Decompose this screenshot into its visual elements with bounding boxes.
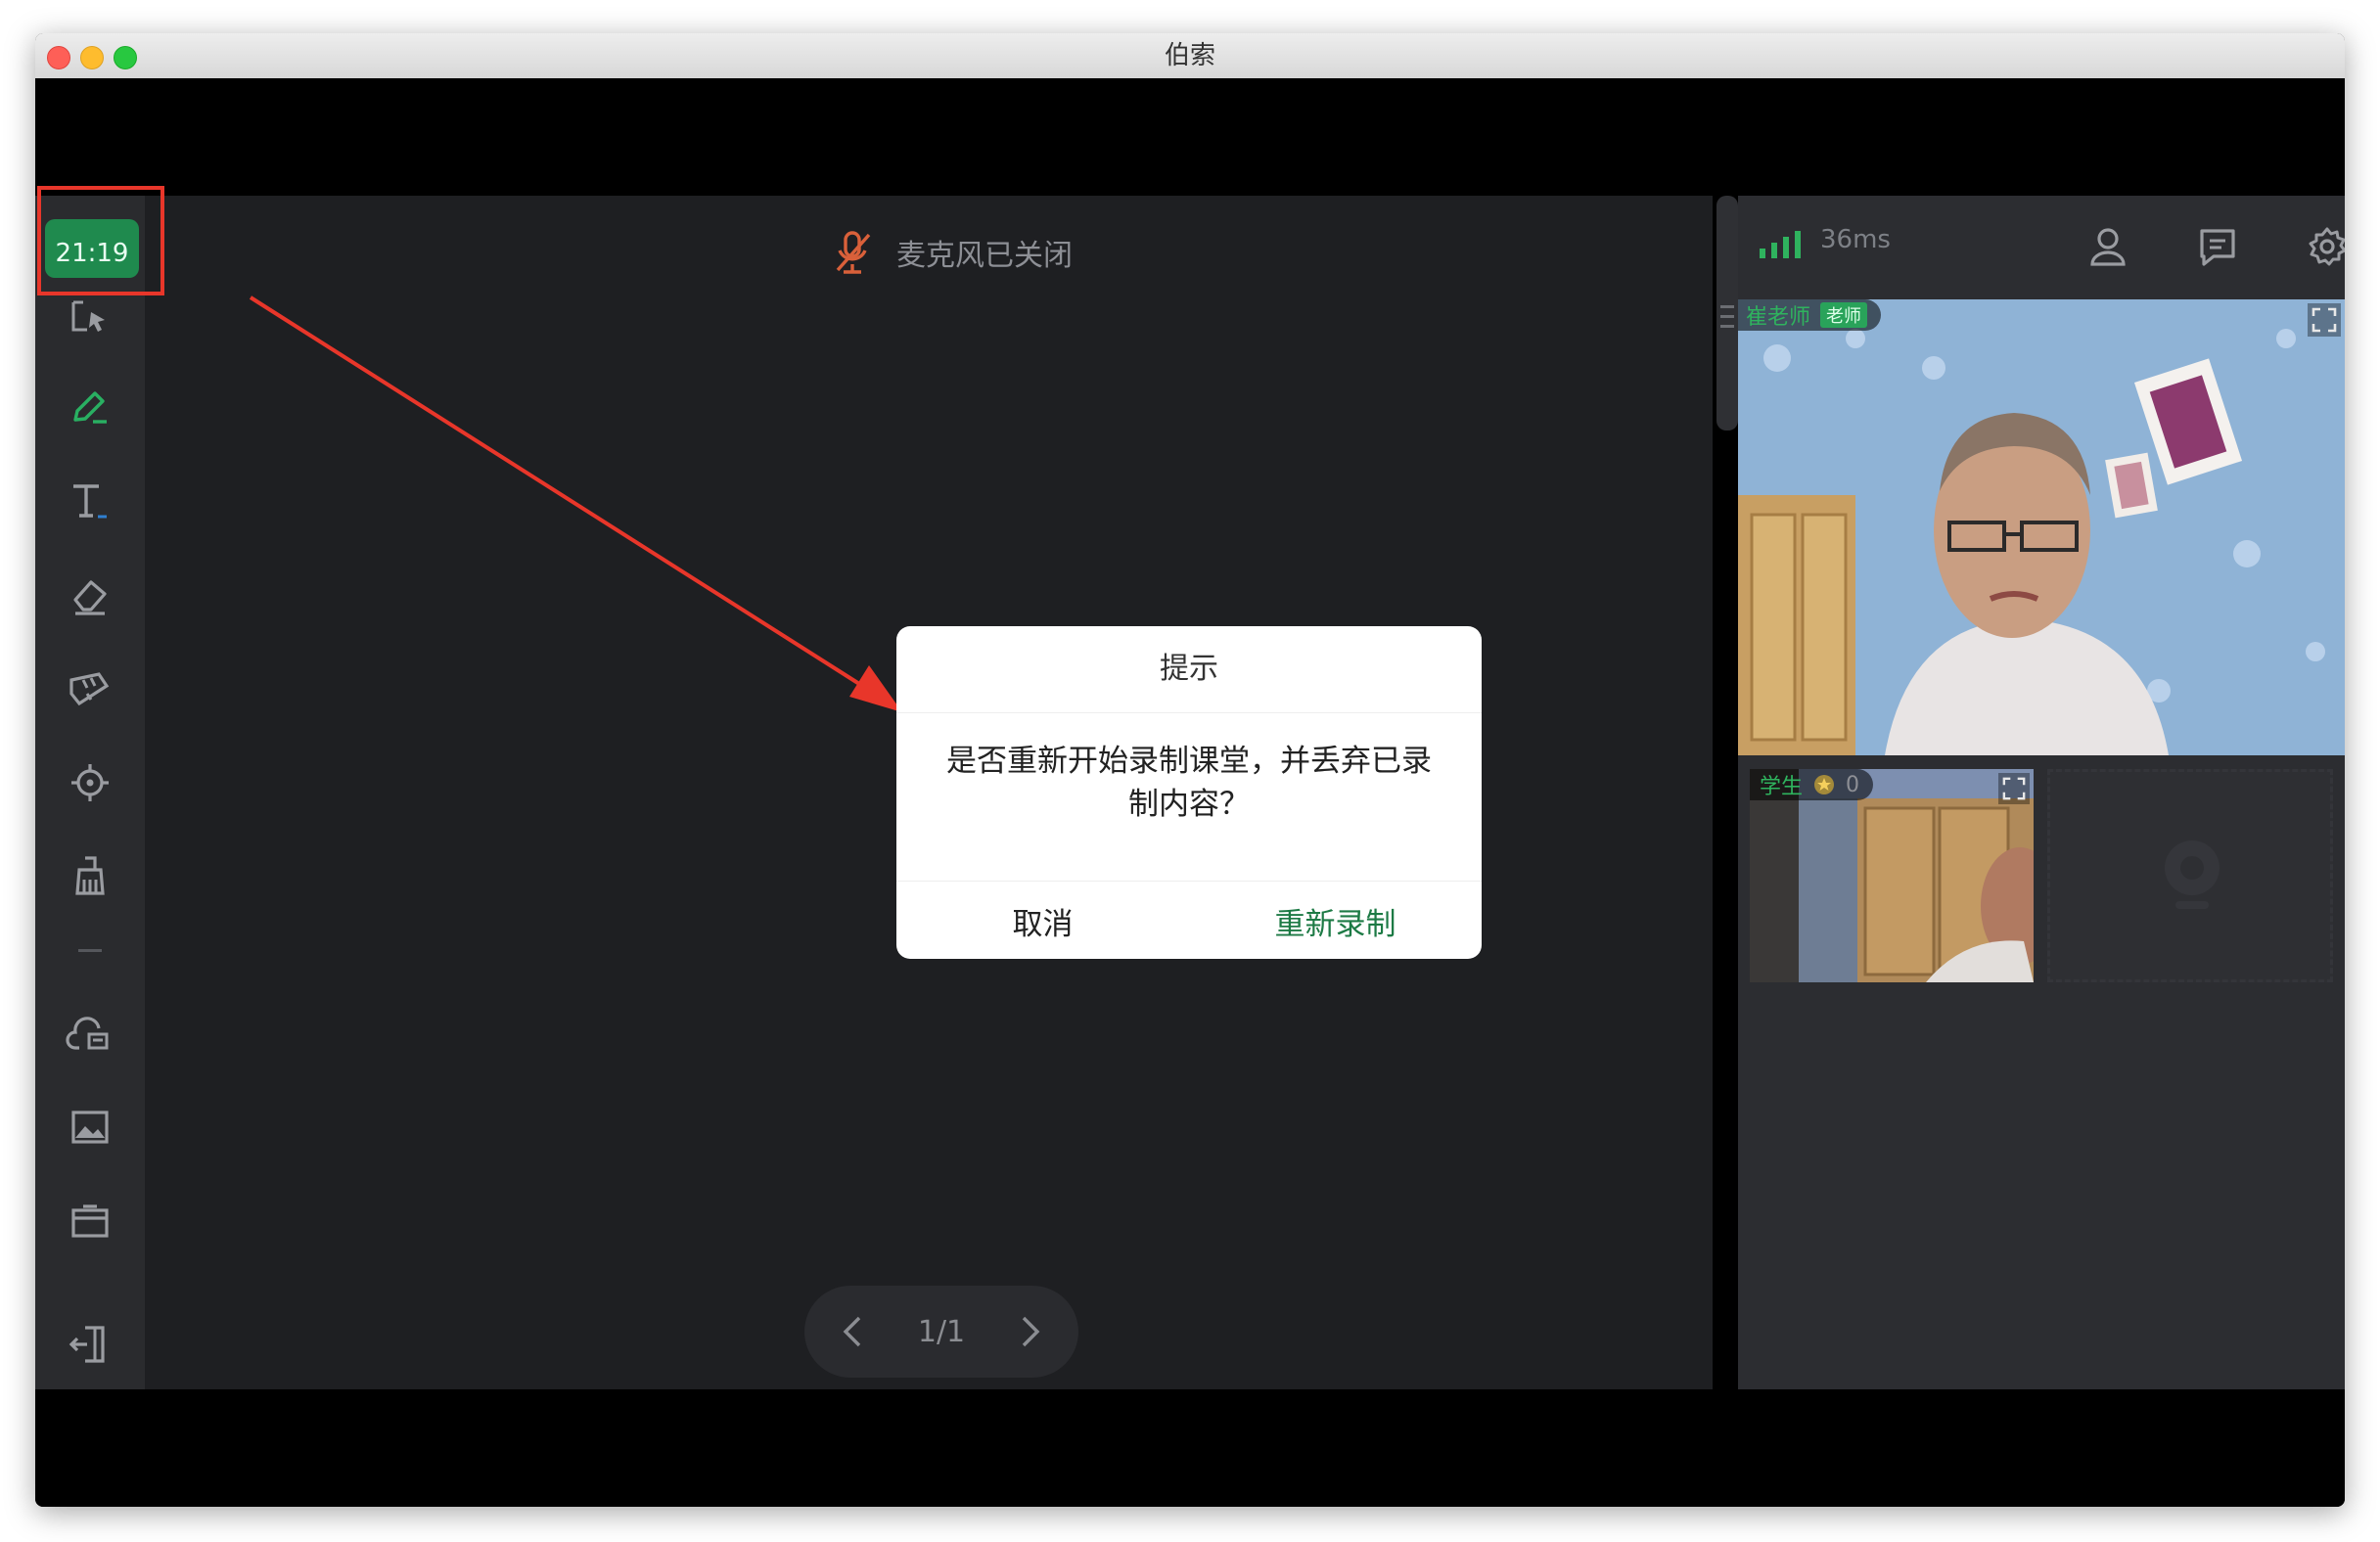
bottom-letterbox	[35, 1389, 2345, 1507]
clear-board-icon	[75, 856, 105, 895]
ruler-icon	[69, 672, 110, 706]
prev-page-button[interactable]	[834, 1312, 873, 1351]
toolbar-divider	[78, 949, 102, 952]
teacher-name-tag: 崔老师 老师	[1738, 299, 1882, 331]
expand-icon	[2002, 777, 2026, 800]
network-latency: 36ms	[1820, 225, 1891, 254]
chevron-right-icon	[1022, 1316, 1040, 1347]
window-title: 伯索	[1164, 41, 1215, 70]
mic-status-text: 麦克风已关闭	[896, 239, 1073, 273]
student-video[interactable]	[1750, 769, 2034, 982]
toolbox-tool[interactable]	[35, 1192, 145, 1250]
text-tool[interactable]	[35, 472, 145, 530]
mic-muted-icon	[836, 231, 871, 274]
dialog-footer: 取消 重新录制	[896, 881, 1482, 959]
pen-icon	[73, 391, 107, 424]
title-bar: 伯索	[35, 33, 2345, 79]
gear-icon	[2309, 227, 2345, 266]
camera-placeholder-icon	[2165, 840, 2220, 909]
student-name: 学生	[1760, 775, 1804, 799]
chat-button[interactable]	[2188, 217, 2247, 276]
re-record-button[interactable]: 重新录制	[1189, 882, 1482, 959]
teacher-video[interactable]	[1738, 299, 2345, 755]
eraser-icon	[73, 580, 107, 615]
expand-icon	[2311, 307, 2337, 333]
page-navigator: 1/1	[804, 1286, 1078, 1378]
teacher-name: 崔老师	[1746, 305, 1811, 330]
exit-icon	[69, 1326, 105, 1363]
exit-class-tool[interactable]	[35, 1315, 145, 1374]
eraser-tool[interactable]	[35, 566, 145, 624]
student-camera-feed	[1750, 769, 2034, 982]
empty-seat-slot	[2047, 769, 2333, 982]
student-star-count: 0	[1846, 772, 1860, 797]
student-name-tag: 学生 0	[1750, 769, 1874, 800]
cancel-button[interactable]: 取消	[896, 882, 1189, 959]
app-window: 伯索 21:19 麦克风已关闭 1/1 36ms 崔老师 老师 学生 0 提示 …	[35, 33, 2345, 1507]
right-panel: 36ms 崔老师 老师 学生 0	[1738, 196, 2345, 1389]
timer-highlight-box	[37, 186, 164, 295]
ruler-tool[interactable]	[35, 659, 145, 718]
teacher-role-badge: 老师	[1820, 302, 1868, 328]
laser-pointer-tool[interactable]	[35, 753, 145, 812]
clear-board-tool[interactable]	[35, 847, 145, 906]
chat-icon	[2200, 229, 2235, 266]
mic-status: 麦克风已关闭	[832, 223, 1073, 282]
teacher-fullscreen-button[interactable]	[2308, 303, 2341, 337]
settings-button[interactable]	[2298, 217, 2345, 276]
user-list-button[interactable]	[2079, 217, 2137, 276]
chevron-left-icon	[843, 1316, 861, 1347]
dialog-message: 是否重新开始录制课堂，并丢弃已录制内容？	[946, 744, 1432, 822]
user-icon	[2090, 228, 2126, 266]
laser-pointer-icon	[71, 764, 109, 801]
dialog-title: 提示	[896, 626, 1482, 713]
select-icon	[71, 300, 105, 332]
cloud-files-icon	[66, 1017, 109, 1050]
pen-tool[interactable]	[35, 378, 145, 436]
image-tool[interactable]	[35, 1098, 145, 1156]
cloud-files-tool[interactable]	[35, 1004, 145, 1063]
text-icon	[73, 484, 107, 519]
confirm-dialog: 提示 是否重新开始录制课堂，并丢弃已录制内容？ 取消 重新录制	[896, 626, 1482, 959]
top-letterbox	[35, 78, 2345, 196]
next-page-button[interactable]	[1010, 1312, 1049, 1351]
page-indicator: 1/1	[917, 1314, 966, 1349]
image-icon	[71, 1111, 109, 1144]
teacher-camera-feed	[1738, 299, 2345, 755]
star-icon	[1814, 775, 1835, 794]
network-signal-icon	[1760, 231, 1801, 258]
student-fullscreen-button[interactable]	[1998, 773, 2030, 804]
annotation-arrow	[249, 295, 902, 712]
toolbox-icon	[71, 1204, 109, 1238]
